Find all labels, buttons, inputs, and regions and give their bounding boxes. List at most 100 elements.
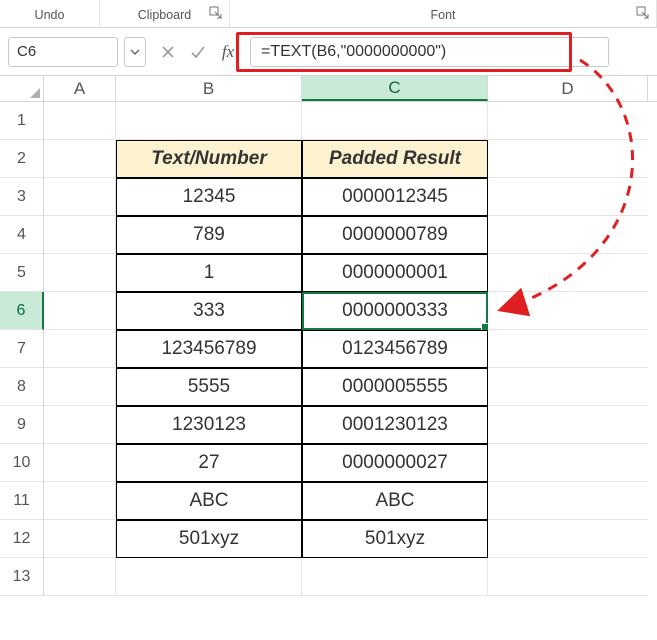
cell[interactable] [44, 140, 116, 178]
cell[interactable]: 0000000789 [302, 216, 488, 254]
row-header[interactable]: 3 [0, 178, 44, 216]
row-header[interactable]: 6 [0, 292, 44, 330]
cell[interactable] [488, 178, 648, 216]
spreadsheet: A B C D 1 2 Text/Number Padded Result 3 … [0, 76, 657, 596]
row: 13 [0, 558, 657, 596]
column-header-a[interactable]: A [44, 76, 116, 101]
cell[interactable]: 0123456789 [302, 330, 488, 368]
ribbon-group-undo: Undo [0, 0, 100, 27]
cell[interactable] [44, 330, 116, 368]
clipboard-dialog-launcher-icon[interactable] [209, 6, 223, 20]
row: 10 27 0000000027 [0, 444, 657, 482]
cell[interactable] [302, 102, 488, 140]
cell[interactable] [488, 292, 648, 330]
name-box-dropdown[interactable] [124, 37, 146, 67]
column-header-b[interactable]: B [116, 76, 302, 101]
cell[interactable] [44, 102, 116, 140]
column-header-d[interactable]: D [488, 76, 648, 101]
row: 2 Text/Number Padded Result [0, 140, 657, 178]
row: 9 1230123 0001230123 [0, 406, 657, 444]
cell[interactable] [488, 444, 648, 482]
cell[interactable]: 1 [116, 254, 302, 292]
formula-input[interactable]: =TEXT(B6,"0000000000") [250, 37, 609, 67]
cell[interactable] [488, 102, 648, 140]
row: 8 5555 0000005555 [0, 368, 657, 406]
cell[interactable] [302, 558, 488, 596]
cell[interactable] [44, 444, 116, 482]
cell[interactable] [44, 558, 116, 596]
name-box[interactable]: C6 [8, 37, 118, 67]
cell[interactable]: 0000000001 [302, 254, 488, 292]
cell[interactable] [44, 406, 116, 444]
cell[interactable]: 1230123 [116, 406, 302, 444]
row-header[interactable]: 4 [0, 216, 44, 254]
row-header[interactable]: 8 [0, 368, 44, 406]
cell[interactable] [488, 216, 648, 254]
cell[interactable] [488, 140, 648, 178]
name-box-wrap: C6 [8, 37, 146, 67]
cell[interactable]: 0000005555 [302, 368, 488, 406]
cell[interactable]: 0000000027 [302, 444, 488, 482]
cell[interactable]: ABC [116, 482, 302, 520]
row-header[interactable]: 9 [0, 406, 44, 444]
cell[interactable] [488, 406, 648, 444]
cell[interactable]: 0000012345 [302, 178, 488, 216]
cell[interactable]: 123456789 [116, 330, 302, 368]
ribbon-group-clipboard: Clipboard [100, 0, 230, 27]
active-cell[interactable]: 0000000333 [302, 292, 488, 330]
row: 1 [0, 102, 657, 140]
column-header-c[interactable]: C [302, 76, 488, 101]
cell[interactable]: 501xyz [302, 520, 488, 558]
row-header[interactable]: 5 [0, 254, 44, 292]
row-header[interactable]: 12 [0, 520, 44, 558]
cell[interactable] [488, 330, 648, 368]
cell[interactable] [488, 520, 648, 558]
cell[interactable] [44, 520, 116, 558]
cell[interactable] [44, 178, 116, 216]
close-icon [161, 45, 175, 59]
name-box-value: C6 [17, 43, 36, 60]
cell[interactable]: 27 [116, 444, 302, 482]
row: 6 333 0000000333 [0, 292, 657, 330]
cell[interactable] [488, 482, 648, 520]
cell[interactable] [488, 254, 648, 292]
row-header[interactable]: 1 [0, 102, 44, 140]
row-header[interactable]: 2 [0, 140, 44, 178]
table-header-cell[interactable]: Padded Result [302, 140, 488, 178]
formula-bar-buttons: fx [154, 38, 242, 66]
cell[interactable]: 789 [116, 216, 302, 254]
row-header[interactable]: 7 [0, 330, 44, 368]
cell[interactable]: 12345 [116, 178, 302, 216]
formula-text: =TEXT(B6,"0000000000") [261, 43, 446, 61]
select-all-corner[interactable] [0, 76, 44, 101]
font-dialog-launcher-icon[interactable] [636, 6, 650, 20]
cell[interactable] [116, 558, 302, 596]
cell[interactable]: 501xyz [116, 520, 302, 558]
grid-rows: 1 2 Text/Number Padded Result 3 12345 00… [0, 102, 657, 596]
insert-function-button[interactable]: fx [214, 38, 242, 66]
cell[interactable] [44, 482, 116, 520]
cell[interactable] [44, 216, 116, 254]
cancel-button[interactable] [154, 38, 182, 66]
row-header[interactable]: 13 [0, 558, 44, 596]
cell[interactable]: 333 [116, 292, 302, 330]
row-header[interactable]: 11 [0, 482, 44, 520]
cell[interactable] [488, 368, 648, 406]
table-header-cell[interactable]: Text/Number [116, 140, 302, 178]
row-header[interactable]: 10 [0, 444, 44, 482]
cell[interactable] [44, 254, 116, 292]
cell[interactable] [116, 102, 302, 140]
enter-button[interactable] [184, 38, 212, 66]
cell[interactable]: ABC [302, 482, 488, 520]
column-header-row: A B C D [0, 76, 657, 102]
row: 3 12345 0000012345 [0, 178, 657, 216]
cell[interactable] [44, 368, 116, 406]
font-label: Font [430, 8, 455, 22]
ribbon-group-labels: Undo Clipboard Font [0, 0, 657, 28]
clipboard-label: Clipboard [138, 8, 192, 22]
cell[interactable]: 5555 [116, 368, 302, 406]
row: 7 123456789 0123456789 [0, 330, 657, 368]
cell[interactable]: 0001230123 [302, 406, 488, 444]
cell[interactable] [44, 292, 116, 330]
cell[interactable] [488, 558, 648, 596]
